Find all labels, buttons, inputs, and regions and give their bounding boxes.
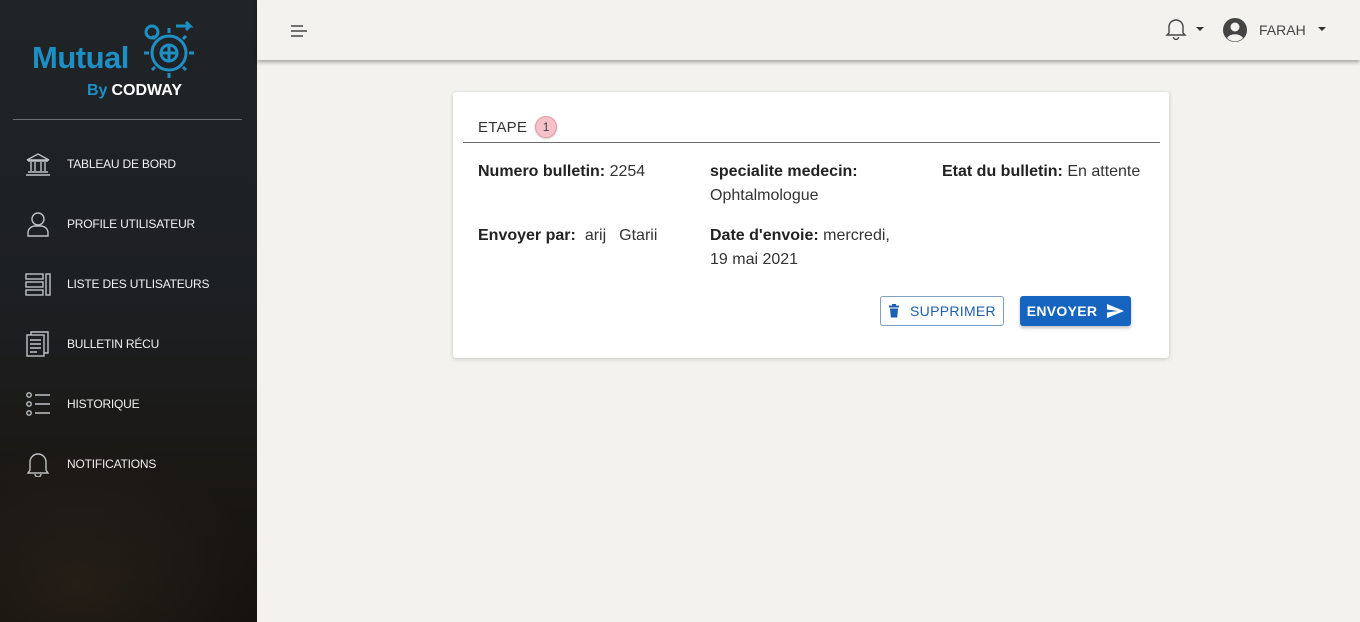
date-envoie-field: Date d'envoie: mercredi, 19 mai 2021: [710, 224, 910, 272]
etat-label: Etat du bulletin:: [942, 163, 1063, 180]
document-icon: [25, 331, 51, 357]
card-divider: [463, 142, 1160, 143]
sidebar-item-label: NOTIFICATIONS: [67, 457, 157, 471]
etat-field: Etat du bulletin: En attente: [942, 160, 1140, 184]
numero-bulletin-label: Numero bulletin:: [478, 163, 606, 180]
brand-byline: By CODWAY: [87, 82, 182, 100]
numero-bulletin-field: Numero bulletin: 2254: [478, 160, 645, 184]
bank-icon: [25, 151, 51, 177]
top-bar: FARAH: [257, 0, 1360, 60]
brand-name: Mutual: [32, 40, 129, 75]
user-menu[interactable]: FARAH: [1222, 16, 1306, 44]
specialite-value: Ophtalmologue: [710, 187, 819, 204]
notification-bell-icon[interactable]: [1165, 18, 1187, 40]
user-name: FARAH: [1259, 22, 1306, 38]
bulletin-card: ETAPE 1 Numero bulletin: 2254 specialite…: [453, 92, 1169, 358]
numero-bulletin-value: 2254: [609, 163, 646, 180]
envoyer-par-field: Envoyer par: arij Gtarii: [478, 224, 657, 248]
chevron-down-icon[interactable]: [1196, 27, 1204, 31]
sidebar-divider: [13, 119, 242, 120]
delete-button-label: SUPPRIMER: [910, 303, 996, 319]
sidebar-item-tableau-de-bord[interactable]: TABLEAU DE BORD: [0, 134, 257, 194]
menu-toggle-icon[interactable]: [290, 24, 308, 38]
chevron-down-icon[interactable]: [1318, 27, 1326, 31]
sidebar-item-label: LISTE DES UTLISATEURS: [67, 277, 210, 291]
sidebar-nav: TABLEAU DE BORD PROFILE UTILISATEUR LIST…: [0, 134, 257, 494]
brand-by: By: [87, 82, 108, 99]
envoyer-par-label: Envoyer par:: [478, 227, 576, 244]
sidebar-item-label: TABLEAU DE BORD: [67, 157, 176, 171]
sidebar-item-liste-utilisateurs[interactable]: LISTE DES UTLISATEURS: [0, 254, 257, 314]
user-icon: [25, 211, 51, 237]
sidebar-item-label: HISTORIQUE: [67, 397, 140, 411]
specialite-field: specialite medecin: Ophtalmologue: [710, 160, 910, 208]
brand-logo[interactable]: Mutual By CODWAY: [30, 20, 230, 105]
etat-value: En attente: [1067, 163, 1141, 180]
avatar-icon: [1223, 18, 1247, 42]
sidebar: Mutual By CODWAY TABLEAU DE BORD PROFILE…: [0, 0, 257, 622]
gear-logo-icon: [144, 20, 194, 78]
sidebar-item-historique[interactable]: HISTORIQUE: [0, 374, 257, 434]
send-button[interactable]: ENVOYER: [1020, 296, 1131, 326]
trash-icon: [889, 304, 900, 318]
bell-icon: [25, 451, 51, 477]
list-icon: [25, 271, 51, 297]
step-badge: 1: [535, 116, 558, 138]
sidebar-item-profile[interactable]: PROFILE UTILISATEUR: [0, 194, 257, 254]
bullet-list-icon: [25, 391, 51, 417]
sidebar-item-label: PROFILE UTILISATEUR: [67, 217, 196, 231]
delete-button[interactable]: SUPPRIMER: [880, 296, 1004, 326]
send-icon: [1107, 304, 1125, 318]
sender-last-name: Gtarii: [619, 227, 658, 244]
sidebar-item-bulletin-recu[interactable]: BULLETIN RÉCU: [0, 314, 257, 374]
date-envoie-label: Date d'envoie:: [710, 227, 819, 244]
specialite-label: specialite medecin:: [710, 163, 858, 180]
card-header: ETAPE 1: [478, 116, 558, 138]
send-button-label: ENVOYER: [1026, 303, 1098, 319]
sidebar-item-label: BULLETIN RÉCU: [67, 337, 160, 351]
brand-company: CODWAY: [111, 82, 182, 99]
sidebar-item-notifications[interactable]: NOTIFICATIONS: [0, 434, 257, 494]
sender-first-name: arij: [584, 227, 607, 244]
step-label: ETAPE: [478, 118, 528, 136]
